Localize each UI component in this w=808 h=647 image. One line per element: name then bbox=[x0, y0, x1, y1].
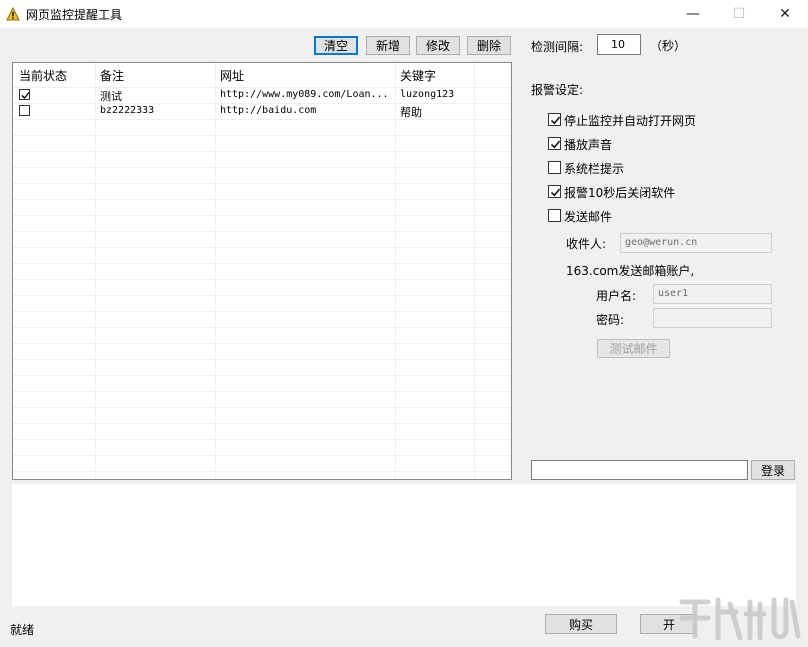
column-header-note[interactable]: 备注 bbox=[100, 67, 124, 84]
recipient-value: geo@werun.cn bbox=[625, 237, 698, 248]
option-close-after-alarm[interactable]: 报警10秒后关闭软件 bbox=[548, 185, 748, 201]
maximize-button[interactable]: ☐ bbox=[716, 0, 762, 28]
login-input[interactable] bbox=[531, 460, 748, 480]
column-header-url[interactable]: 网址 bbox=[220, 67, 244, 84]
interval-value: 10 bbox=[611, 38, 625, 51]
row-url: http://baidu.com bbox=[220, 105, 317, 116]
username-input[interactable]: user1 bbox=[653, 284, 772, 304]
login-button[interactable]: 登录 bbox=[751, 460, 795, 480]
window-title: 网页监控提醒工具 bbox=[26, 8, 123, 22]
checkbox[interactable] bbox=[548, 209, 561, 222]
password-input[interactable] bbox=[653, 308, 772, 328]
edit-button[interactable]: 修改 bbox=[416, 36, 460, 55]
row-checkbox[interactable] bbox=[19, 89, 30, 100]
option-stop-and-open[interactable]: 停止监控并自动打开网页 bbox=[548, 113, 748, 129]
clear-button[interactable]: 清空 bbox=[314, 36, 358, 55]
close-button[interactable]: ✕ bbox=[762, 0, 808, 28]
delete-button[interactable]: 删除 bbox=[467, 36, 511, 55]
row-checkbox[interactable] bbox=[19, 105, 30, 116]
status-text: 就绪 bbox=[10, 623, 35, 637]
watermark-logo bbox=[679, 597, 801, 641]
interval-unit: （秒） bbox=[650, 39, 687, 53]
test-email-button[interactable]: 测试邮件 bbox=[597, 339, 670, 358]
column-header-keyword[interactable]: 关键字 bbox=[400, 67, 436, 84]
interval-label: 检测间隔: bbox=[531, 40, 584, 54]
row-url: http://www.my089.com/Loan... bbox=[220, 89, 389, 100]
email-account-label: 163.com发送邮箱账户, bbox=[566, 264, 695, 278]
option-tray-notify[interactable]: 系统栏提示 bbox=[548, 161, 748, 177]
option-label: 停止监控并自动打开网页 bbox=[564, 114, 697, 128]
row-note: bz2222333 bbox=[100, 105, 155, 116]
interval-input[interactable]: 10 bbox=[597, 34, 641, 55]
option-play-sound[interactable]: 播放声音 bbox=[548, 137, 748, 153]
checkbox[interactable] bbox=[548, 161, 561, 174]
minimize-button[interactable]: — bbox=[670, 0, 716, 28]
alarm-settings-title: 报警设定: bbox=[531, 83, 584, 97]
option-label: 系统栏提示 bbox=[564, 162, 625, 176]
option-label: 发送邮件 bbox=[564, 210, 613, 224]
row-keyword: luzong123 bbox=[400, 89, 455, 100]
checkbox[interactable] bbox=[548, 113, 561, 126]
table-row[interactable]: 测试 http://www.my089.com/Loan... luzong12… bbox=[13, 87, 511, 103]
option-send-email[interactable]: 发送邮件 bbox=[548, 209, 748, 225]
password-label: 密码: bbox=[596, 313, 625, 327]
option-label: 报警10秒后关闭软件 bbox=[564, 186, 676, 200]
column-header-status[interactable]: 当前状态 bbox=[19, 67, 67, 84]
log-panel[interactable] bbox=[12, 484, 796, 606]
row-keyword: 帮助 bbox=[400, 106, 422, 119]
add-button[interactable]: 新增 bbox=[366, 36, 410, 55]
username-label: 用户名: bbox=[596, 289, 637, 303]
checkbox[interactable] bbox=[548, 185, 561, 198]
username-value: user1 bbox=[658, 288, 689, 299]
buy-button[interactable]: 购买 bbox=[545, 614, 617, 634]
table-row[interactable]: bz2222333 http://baidu.com 帮助 bbox=[13, 103, 511, 119]
warning-icon bbox=[6, 7, 20, 21]
recipient-input[interactable]: geo@werun.cn bbox=[620, 233, 772, 253]
recipient-label: 收件人: bbox=[566, 237, 607, 251]
title-bar: 网页监控提醒工具 — ☐ ✕ bbox=[0, 0, 808, 28]
row-note: 测试 bbox=[100, 90, 122, 103]
checkbox[interactable] bbox=[548, 137, 561, 150]
option-label: 播放声音 bbox=[564, 138, 613, 152]
monitor-list[interactable]: 当前状态 备注 网址 关键字 测试 http://www.my089.com/L… bbox=[12, 62, 512, 480]
